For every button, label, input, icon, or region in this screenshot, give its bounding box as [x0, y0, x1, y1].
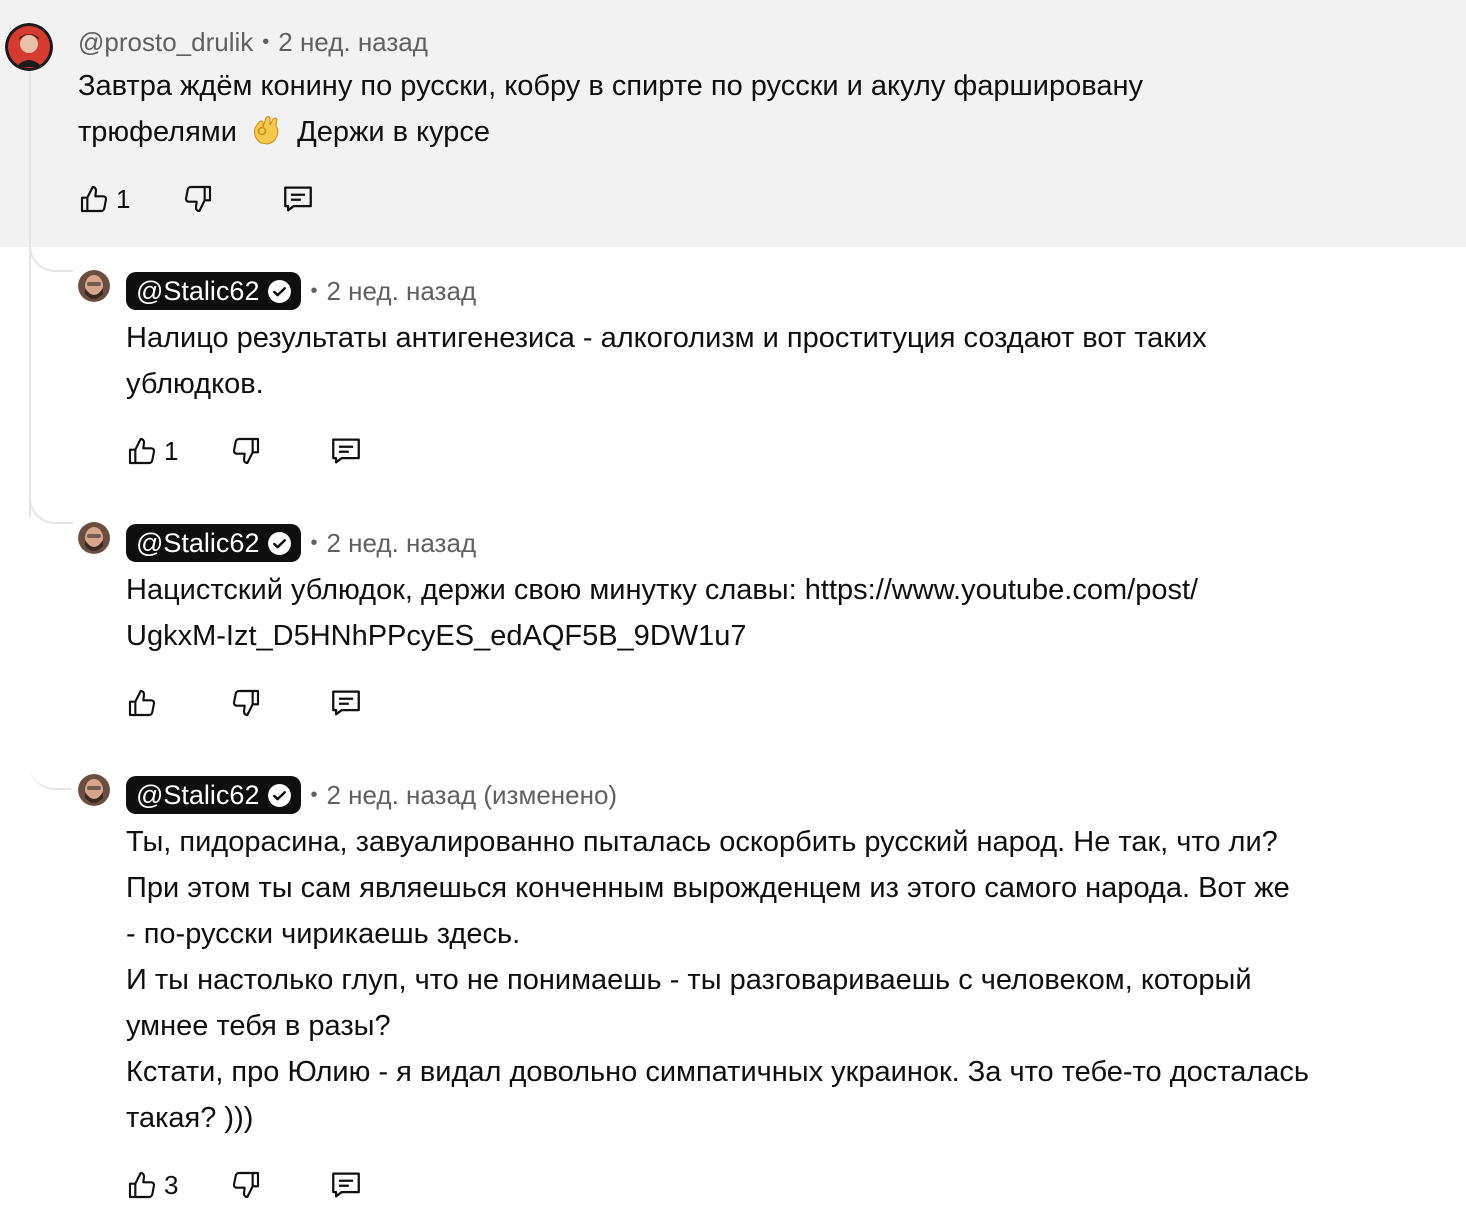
comment-actions: 1	[76, 181, 316, 217]
timestamp[interactable]: 2 нед. назад	[326, 528, 476, 559]
author-name[interactable]: @prosto_drulik	[78, 27, 253, 58]
like-count: 1	[116, 183, 131, 214]
owner-badge[interactable]: @Stalic62	[126, 272, 302, 310]
comment-line: При этом ты сам являешься конченным выро…	[126, 872, 1290, 904]
comment-line-text: трюфелями	[78, 116, 237, 148]
ok-hand-emoji	[249, 110, 285, 160]
meta-separator: •	[310, 279, 318, 302]
comment-line: И ты настолько глуп, что не понимаешь - …	[126, 964, 1252, 996]
thumbs-down-icon	[232, 1171, 260, 1199]
timestamp[interactable]: 2 нед. назад (изменено)	[326, 780, 617, 811]
comment-meta: @prosto_drulik • 2 нед. назад	[78, 25, 428, 59]
reply-comment-icon	[332, 438, 360, 464]
comment-line: ублюдков.	[126, 368, 264, 400]
reply-button[interactable]	[328, 1167, 364, 1203]
thumbs-up-icon	[128, 437, 156, 465]
thumbs-up-icon	[128, 1171, 156, 1199]
thread-connector	[29, 492, 73, 524]
like-button[interactable]	[124, 433, 160, 469]
timestamp[interactable]: 2 нед. назад	[326, 276, 476, 307]
comment-line: Завтра ждём конину по русски, кобру в сп…	[78, 70, 1143, 102]
meta-separator: •	[262, 30, 270, 53]
meta-separator: •	[310, 531, 318, 554]
comment-line: трюфелями Держи в курсе	[78, 109, 1143, 160]
timestamp[interactable]: 2 нед. назад	[278, 27, 428, 58]
author-name: @Stalic62	[136, 779, 260, 810]
reply-button[interactable]	[280, 181, 316, 217]
thumbs-down-icon	[232, 689, 260, 717]
dislike-button[interactable]	[228, 433, 264, 469]
meta-separator: •	[310, 783, 318, 806]
like-count: 1	[164, 435, 179, 466]
thread-line	[29, 70, 31, 517]
dislike-button[interactable]	[228, 1167, 264, 1203]
comment-line-text: Держи в курсе	[297, 116, 491, 148]
comment-text: Ты, пидорасина, завуалированно пыталась …	[126, 819, 1462, 1141]
comment-line: UgkxM-Izt_D5HNhPPcyES_edAQF5B_9DW1u7	[126, 620, 747, 652]
like-button[interactable]	[76, 181, 112, 217]
verified-check-icon	[268, 279, 292, 303]
thread-connector	[29, 240, 73, 272]
thumbs-up-icon	[128, 689, 156, 717]
avatar[interactable]	[78, 270, 110, 302]
reply-button[interactable]	[328, 685, 364, 721]
comment-actions	[124, 685, 364, 721]
comment-line: Кстати, про Юлию - я видал довольно симп…	[126, 1056, 1309, 1088]
verified-check-icon	[268, 783, 292, 807]
avatar[interactable]	[78, 522, 110, 554]
thumbs-up-icon	[80, 185, 108, 213]
dislike-button[interactable]	[228, 685, 264, 721]
comment-line: Ты, пидорасина, завуалированно пыталась …	[126, 826, 1278, 858]
like-count: 3	[164, 1169, 179, 1200]
comment-meta: @Stalic62 • 2 нед. назад (изменено)	[126, 776, 617, 814]
comment-line: Налицо результаты антигенезиса - алкогол…	[126, 322, 1207, 354]
comment-line: такая? )))	[126, 1102, 254, 1134]
reply-comment-icon	[332, 690, 360, 716]
thread-connector	[29, 714, 71, 790]
author-name: @Stalic62	[136, 275, 260, 306]
reply-comment-icon	[284, 186, 312, 212]
reply-button[interactable]	[328, 433, 364, 469]
author-name: @Stalic62	[136, 527, 260, 558]
owner-badge[interactable]: @Stalic62	[126, 776, 302, 814]
thumbs-down-icon	[232, 437, 260, 465]
comment-line: Нацистский ублюдок, держи свою минутку с…	[126, 574, 1199, 606]
like-button[interactable]	[124, 685, 160, 721]
comment-text: Завтра ждём конину по русски, кобру в сп…	[78, 63, 1143, 160]
dislike-button[interactable]	[180, 181, 216, 217]
comment-text: Налицо результаты антигенезиса - алкогол…	[126, 315, 1207, 407]
avatar[interactable]	[5, 23, 53, 71]
thumbs-down-icon	[184, 185, 212, 213]
comment-meta: @Stalic62 • 2 нед. назад	[126, 524, 476, 562]
comment-actions: 1	[124, 433, 364, 469]
comment-actions: 3	[124, 1167, 364, 1203]
comment-text: Нацистский ублюдок, держи свою минутку с…	[126, 567, 1198, 659]
comment-meta: @Stalic62 • 2 нед. назад	[126, 272, 476, 310]
owner-badge[interactable]: @Stalic62	[126, 524, 302, 562]
reply-comment-icon	[332, 1172, 360, 1198]
comment-line: - по-русски чирикаешь здесь.	[126, 918, 521, 950]
comment-line: умнее тебя в разы?	[126, 1010, 391, 1042]
like-button[interactable]	[124, 1167, 160, 1203]
avatar[interactable]	[78, 774, 110, 806]
verified-check-icon	[268, 531, 292, 555]
